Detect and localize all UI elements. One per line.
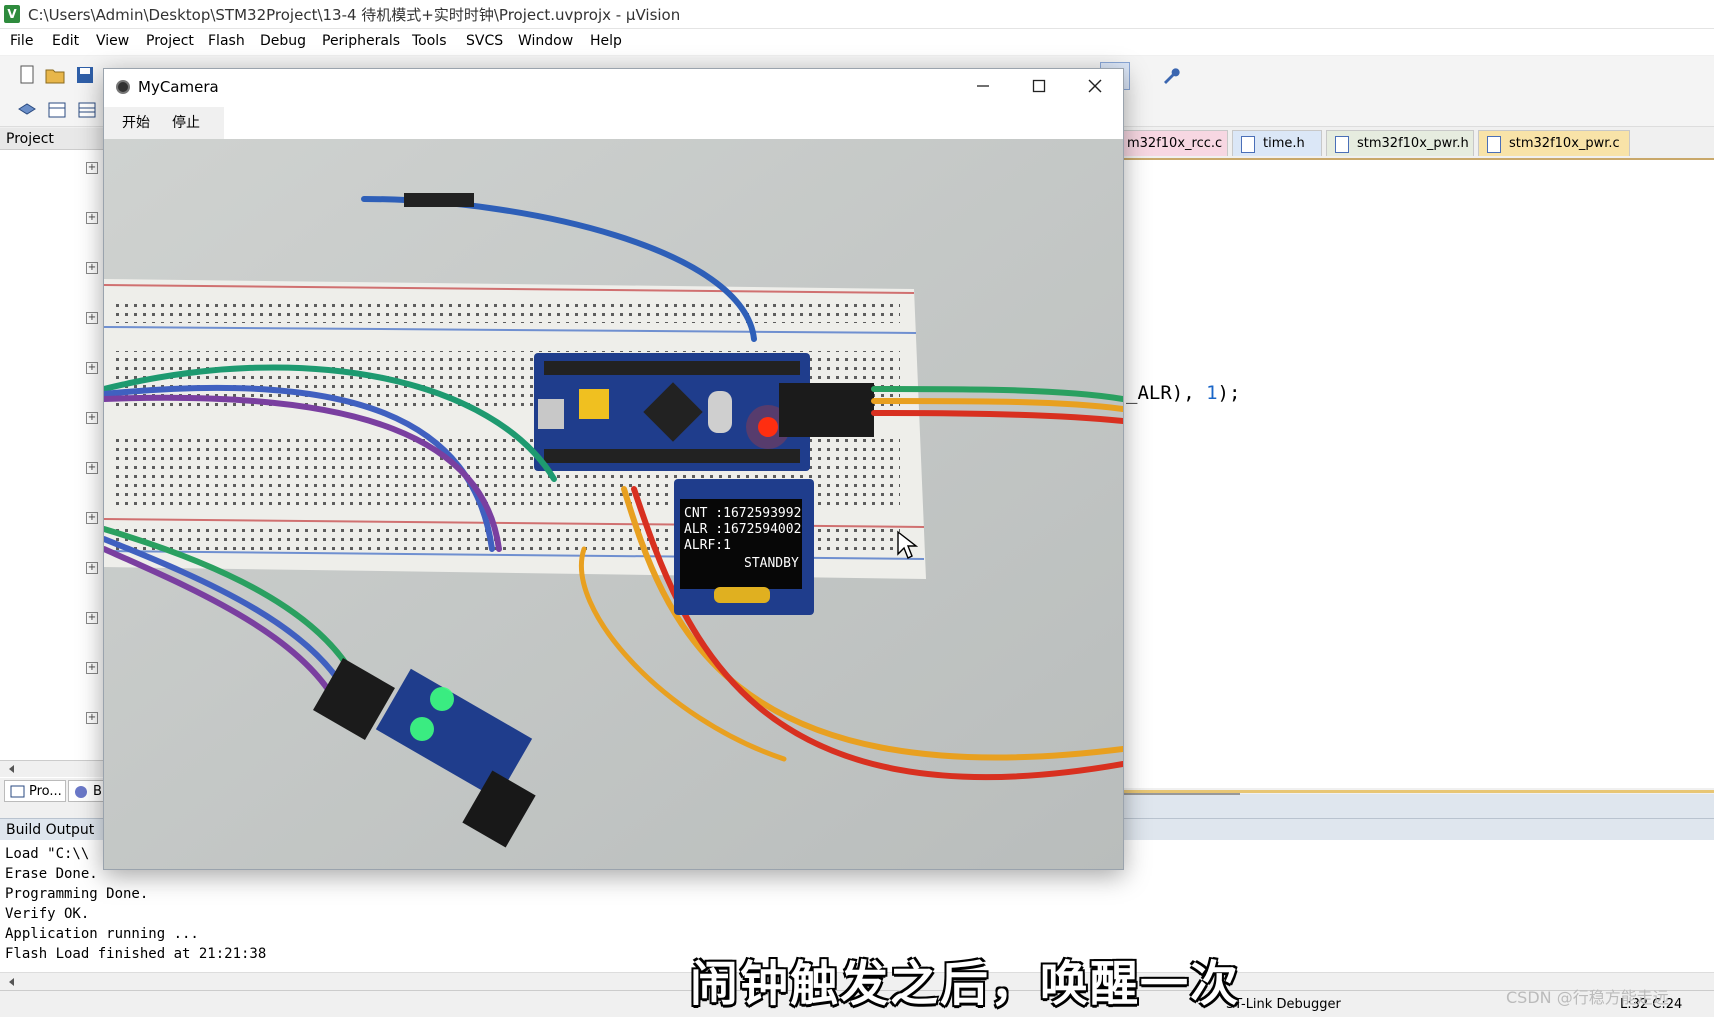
menu-project[interactable]: Project (146, 33, 194, 49)
build-line: Erase Done. (5, 866, 98, 882)
editor-hscroll-thumb[interactable] (1124, 793, 1240, 795)
rebuild-icon[interactable] (76, 99, 98, 121)
tab-pwr-h[interactable]: stm32f10x_pwr.h (1326, 130, 1474, 156)
debugger-status: ST-Link Debugger (1226, 997, 1341, 1012)
file-icon (1487, 136, 1501, 153)
tab-label: B (93, 784, 102, 799)
save-icon[interactable] (74, 64, 96, 86)
camera-frame: CNT :1672593992 ALR :1672594002 ALRF:1 S… (104, 139, 1123, 869)
oled-display: CNT :1672593992 ALR :1672594002 ALRF:1 S… (674, 479, 814, 615)
file-icon (1335, 136, 1349, 153)
oled-alrf: ALRF:1 (684, 538, 731, 553)
tab-label: m32f10x_rcc.c (1127, 136, 1223, 151)
code-number: 1 (1206, 382, 1218, 404)
code-tail: ); (1217, 382, 1241, 404)
menu-flash[interactable]: Flash (208, 33, 245, 49)
file-icon (1241, 136, 1255, 153)
menu-help[interactable]: Help (590, 33, 622, 49)
editor-tab-bar: m32f10x_rcc.c time.h stm32f10x_pwr.h stm… (1120, 128, 1714, 160)
camera-window: MyCamera 开始 停止 CNT:1672593992 ALR:1672… (103, 68, 1124, 870)
camera-title-bar: MyCamera (104, 69, 1123, 107)
wrench-icon[interactable] (1160, 64, 1182, 86)
expand-icon[interactable]: + (86, 512, 98, 524)
tab-rcc-c[interactable]: m32f10x_rcc.c (1120, 130, 1228, 156)
expand-icon[interactable]: + (86, 362, 98, 374)
tab-label: time.h (1263, 136, 1305, 151)
tab-project[interactable]: Pro... (4, 780, 66, 802)
oled-mode: STANDBY (744, 556, 799, 571)
tab-label: Pro... (29, 784, 62, 799)
maximize-button[interactable] (1011, 69, 1067, 107)
project-tree: + + + + + + + + + + + + (0, 150, 104, 760)
menu-edit[interactable]: Edit (52, 33, 79, 49)
tab-time-h[interactable]: time.h (1232, 130, 1322, 156)
maximize-icon (1032, 79, 1046, 93)
oled-alr: ALR :1672594002 (684, 522, 801, 537)
build-icon[interactable] (46, 99, 68, 121)
expand-icon[interactable]: + (86, 662, 98, 674)
build-line: Flash Load finished at 21:21:38 (5, 946, 267, 962)
code-editor[interactable] (1120, 160, 1714, 788)
video-caption: 闹钟触发之后，唤醒一次 (690, 956, 1241, 1012)
expand-icon[interactable]: + (86, 462, 98, 474)
expand-icon[interactable]: + (86, 312, 98, 324)
close-icon (1088, 79, 1102, 93)
new-file-icon[interactable] (16, 64, 38, 86)
scroll-left-icon[interactable] (6, 974, 18, 990)
code-text: _ALR), (1126, 382, 1207, 404)
camera-view: CNT :1672593992 ALR :1672594002 ALRF:1 S… (104, 139, 1123, 869)
build-line: Application running ... (5, 926, 199, 942)
expand-icon[interactable]: + (86, 162, 98, 174)
watermark: CSDN @行稳方能走远 (1506, 988, 1669, 1007)
stop-button[interactable]: 停止 (166, 112, 206, 134)
expand-icon[interactable]: + (86, 212, 98, 224)
expand-icon[interactable]: + (86, 262, 98, 274)
menu-view[interactable]: View (96, 33, 129, 49)
menu-debug[interactable]: Debug (260, 33, 306, 49)
build-line: Programming Done. (5, 886, 149, 902)
expand-icon[interactable]: + (86, 712, 98, 724)
project-icon (10, 785, 25, 798)
project-tabs: Pro... B (0, 778, 104, 804)
start-button[interactable]: 开始 (116, 112, 156, 134)
minimize-icon (977, 85, 989, 87)
scroll-left-icon[interactable] (6, 761, 18, 777)
uvision-icon: V (4, 5, 20, 23)
mouse-cursor-icon (897, 530, 918, 559)
menu-tools[interactable]: Tools (412, 33, 447, 49)
camera-app-icon (116, 80, 130, 94)
expand-icon[interactable]: + (86, 562, 98, 574)
project-hscroll[interactable] (0, 760, 104, 777)
books-icon (75, 786, 87, 798)
editor-bottom-bar (1120, 794, 1714, 818)
project-header: Project (0, 128, 104, 150)
code-line: _ALR), 1); (1126, 382, 1240, 404)
title-bar: V C:\Users\Admin\Desktop\STM32Project\13… (0, 0, 1714, 29)
menu-file[interactable]: File (10, 33, 33, 49)
open-folder-icon[interactable] (44, 64, 66, 86)
expand-icon[interactable]: + (86, 612, 98, 624)
translate-icon[interactable] (16, 99, 38, 121)
menu-peripherals[interactable]: Peripherals (322, 33, 400, 49)
menu-bar: File Edit View Project Flash Debug Perip… (0, 29, 1714, 55)
tab-pwr-c[interactable]: stm32f10x_pwr.c (1478, 130, 1630, 156)
camera-window-title: MyCamera (138, 78, 219, 96)
build-line: Load "C:\\ (5, 846, 90, 862)
tab-label: stm32f10x_pwr.c (1509, 136, 1620, 151)
tab-label: stm32f10x_pwr.h (1357, 136, 1469, 151)
tab-books[interactable]: B (68, 780, 104, 802)
camera-controls: 开始 停止 (104, 107, 224, 139)
close-button[interactable] (1067, 69, 1123, 107)
oled-cnt: CNT :1672593992 (684, 506, 801, 521)
minimize-button[interactable] (955, 69, 1011, 107)
window-title: C:\Users\Admin\Desktop\STM32Project\13-4… (28, 6, 681, 24)
menu-svcs[interactable]: SVCS (466, 33, 503, 49)
build-line: Verify OK. (5, 906, 90, 922)
expand-icon[interactable]: + (86, 412, 98, 424)
menu-window[interactable]: Window (518, 33, 573, 49)
